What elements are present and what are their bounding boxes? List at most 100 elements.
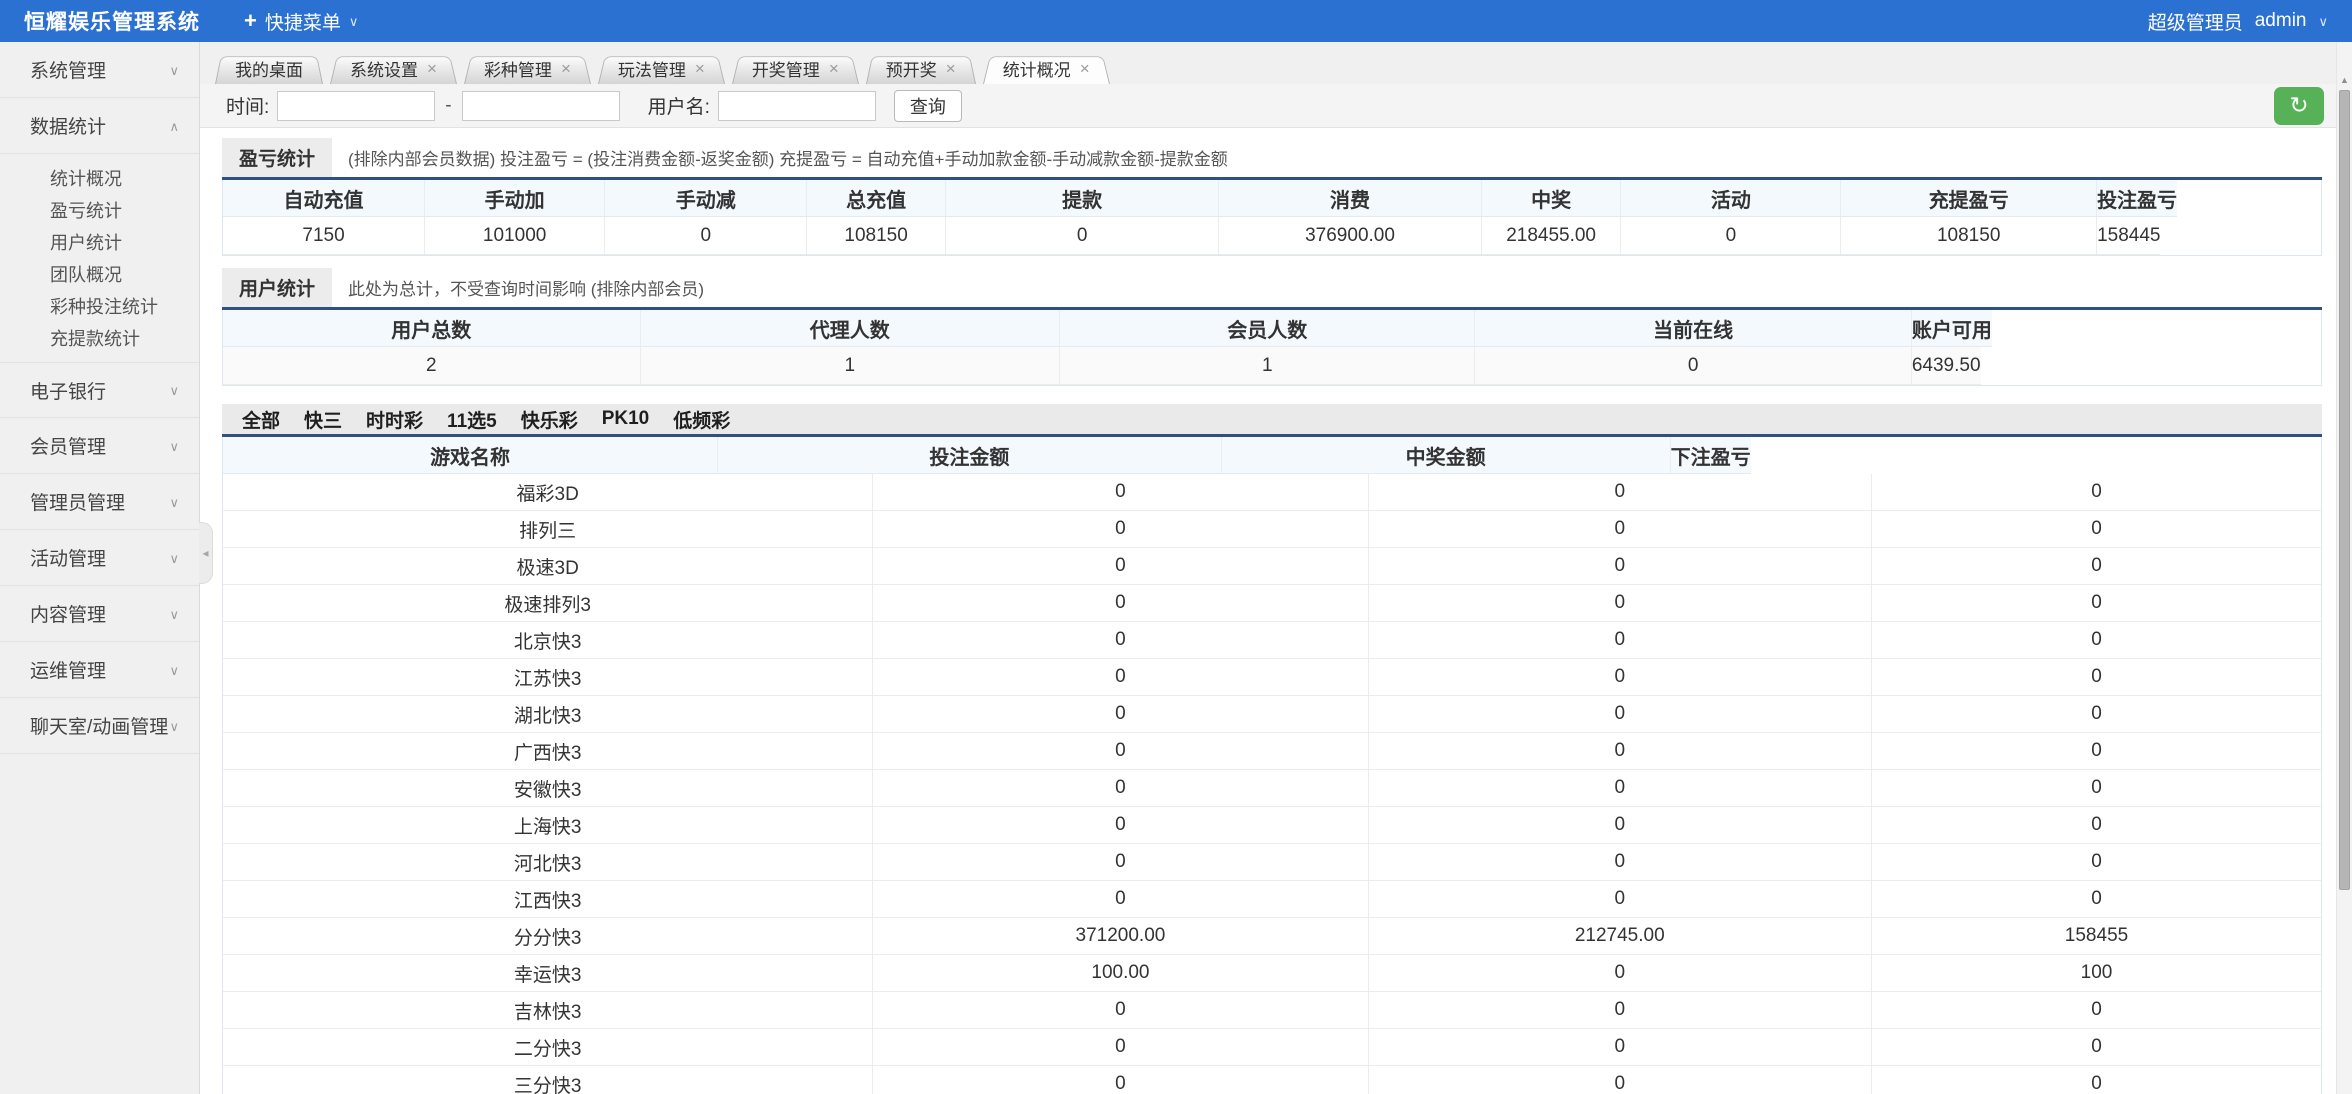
sidebar-item[interactable]: 盈亏统计 xyxy=(0,194,199,226)
window-tab[interactable]: 统计概况 xyxy=(983,53,1110,84)
refresh-button[interactable] xyxy=(2274,87,2324,125)
sidebar-item-label: 充提款统计 xyxy=(50,325,140,351)
game-category-tab[interactable]: 时时彩 xyxy=(354,406,435,433)
table-header-cell: 游戏名称 xyxy=(223,437,718,474)
bet-amount-cell: 0 xyxy=(873,992,1368,1029)
game-category-tab[interactable]: 11选5 xyxy=(435,406,509,433)
window-tab[interactable]: 开奖管理 xyxy=(732,53,859,84)
sidebar-item[interactable]: 数据统计 xyxy=(0,98,199,154)
content-area: 盈亏统计 (排除内部会员数据) 投注盈亏 = (投注消费金额-返奖金额) 充提盈… xyxy=(200,128,2336,1094)
sidebar-item-label: 彩种投注统计 xyxy=(50,293,158,319)
time-from-input[interactable] xyxy=(277,91,435,121)
quick-menu-button[interactable]: 快捷菜单 xyxy=(244,8,358,35)
tab-close-icon[interactable] xyxy=(946,59,956,79)
sidebar-item[interactable]: 电子银行 xyxy=(0,362,199,418)
win-amount-cell: 0 xyxy=(1369,733,1873,770)
table-cell: 0 xyxy=(1475,347,1911,385)
scroll-up-button[interactable] xyxy=(2337,70,2352,88)
profit-cell: 0 xyxy=(1872,807,2321,844)
search-button[interactable]: 查询 xyxy=(894,90,962,122)
game-name-cell: 吉林快3 xyxy=(223,992,873,1029)
game-table-row: 北京快3 0 0 0 xyxy=(223,622,2321,659)
win-amount-cell: 0 xyxy=(1369,881,1873,918)
profit-cell: 0 xyxy=(1872,474,2321,511)
game-name-cell: 三分快3 xyxy=(223,1066,873,1094)
range-separator: - xyxy=(445,95,451,117)
game-category-tab[interactable]: 快三 xyxy=(292,406,354,433)
sidebar-item[interactable]: 统计概况 xyxy=(0,162,199,194)
win-amount-cell: 0 xyxy=(1369,474,1873,511)
username-input[interactable] xyxy=(718,91,876,121)
sidebar-item[interactable]: 彩种投注统计 xyxy=(0,290,199,322)
sidebar-item-label: 管理员管理 xyxy=(30,488,125,515)
window-tab[interactable]: 彩种管理 xyxy=(464,53,591,84)
table-header-cell: 代理人数 xyxy=(641,310,1061,347)
chevron-icon xyxy=(169,491,179,513)
win-amount-cell: 0 xyxy=(1369,955,1873,992)
game-name-cell: 安徽快3 xyxy=(223,770,873,807)
table-header-cell: 投注金额 xyxy=(718,437,1222,474)
chevron-down-icon xyxy=(2318,10,2328,32)
tab-label: 彩种管理 xyxy=(484,56,552,81)
table-cell: 0 xyxy=(946,217,1219,255)
tab-close-icon[interactable] xyxy=(829,59,839,79)
chevron-icon xyxy=(169,435,179,457)
scrollbar-thumb[interactable] xyxy=(2339,90,2350,890)
bet-amount-cell: 0 xyxy=(873,770,1368,807)
win-amount-cell: 212745.00 xyxy=(1369,918,1873,955)
window-tab[interactable]: 玩法管理 xyxy=(598,53,725,84)
bet-amount-cell: 0 xyxy=(873,1066,1368,1094)
profit-cell: 0 xyxy=(1872,992,2321,1029)
profit-cell: 158455 xyxy=(1872,918,2321,955)
sidebar-item[interactable]: 管理员管理 xyxy=(0,474,199,530)
game-table-row: 二分快3 0 0 0 xyxy=(223,1029,2321,1066)
window-tab[interactable]: 系统设置 xyxy=(330,53,457,84)
bet-amount-cell: 0 xyxy=(873,696,1368,733)
profit-cell: 0 xyxy=(1872,585,2321,622)
game-table-row: 排列三 0 0 0 xyxy=(223,511,2321,548)
sidebar-item-label: 用户统计 xyxy=(50,229,122,255)
tab-label: 系统设置 xyxy=(350,56,418,81)
window-tab[interactable]: 预开奖 xyxy=(866,53,976,84)
game-table-row: 湖北快3 0 0 0 xyxy=(223,696,2321,733)
sidebar-item[interactable]: 会员管理 xyxy=(0,418,199,474)
sidebar-item[interactable]: 团队概况 xyxy=(0,258,199,290)
profit-cell: 0 xyxy=(1872,770,2321,807)
sidebar-item[interactable]: 活动管理 xyxy=(0,530,199,586)
tab-label: 统计概况 xyxy=(1003,56,1071,81)
game-category-tab[interactable]: PK10 xyxy=(590,408,662,430)
time-to-input[interactable] xyxy=(462,91,620,121)
tab-close-icon[interactable] xyxy=(695,59,705,79)
game-category-tab[interactable]: 快乐彩 xyxy=(509,406,590,433)
user-menu[interactable]: 超级管理员 admin xyxy=(2148,8,2328,35)
profit-section-header: 盈亏统计 (排除内部会员数据) 投注盈亏 = (投注消费金额-返奖金额) 充提盈… xyxy=(222,138,2322,180)
game-name-cell: 二分快3 xyxy=(223,1029,873,1066)
game-name-cell: 江苏快3 xyxy=(223,659,873,696)
table-cell: 0 xyxy=(1621,217,1841,255)
table-header-cell: 自动充值 xyxy=(223,180,425,217)
chevron-icon xyxy=(169,115,179,137)
game-category-tab[interactable]: 低频彩 xyxy=(661,406,742,433)
game-name-cell: 福彩3D xyxy=(223,474,873,511)
sidebar-item[interactable]: 充提款统计 xyxy=(0,322,199,354)
table-header-cell: 会员人数 xyxy=(1060,310,1475,347)
scrollbar[interactable] xyxy=(2336,42,2352,1094)
sidebar-item[interactable]: 运维管理 xyxy=(0,642,199,698)
tab-close-icon[interactable] xyxy=(1080,59,1090,79)
sidebar-item[interactable]: 系统管理 xyxy=(0,42,199,98)
table-header-cell: 下注盈亏 xyxy=(1671,437,1751,474)
plus-icon xyxy=(244,8,257,34)
sidebar-item[interactable]: 聊天室/动画管理 xyxy=(0,698,199,754)
sidebar-item[interactable]: 用户统计 xyxy=(0,226,199,258)
sidebar-item[interactable]: 内容管理 xyxy=(0,586,199,642)
window-tab[interactable]: 我的桌面 xyxy=(215,53,323,84)
tab-close-icon[interactable] xyxy=(427,59,437,79)
bet-amount-cell: 0 xyxy=(873,659,1368,696)
tab-label: 开奖管理 xyxy=(752,56,820,81)
sidebar-collapse-handle[interactable] xyxy=(199,522,213,584)
game-category-tab[interactable]: 全部 xyxy=(230,406,292,433)
tab-close-icon[interactable] xyxy=(561,59,571,79)
user-role: 超级管理员 xyxy=(2148,8,2243,35)
game-name-cell: 极速3D xyxy=(223,548,873,585)
game-table-row: 安徽快3 0 0 0 xyxy=(223,770,2321,807)
